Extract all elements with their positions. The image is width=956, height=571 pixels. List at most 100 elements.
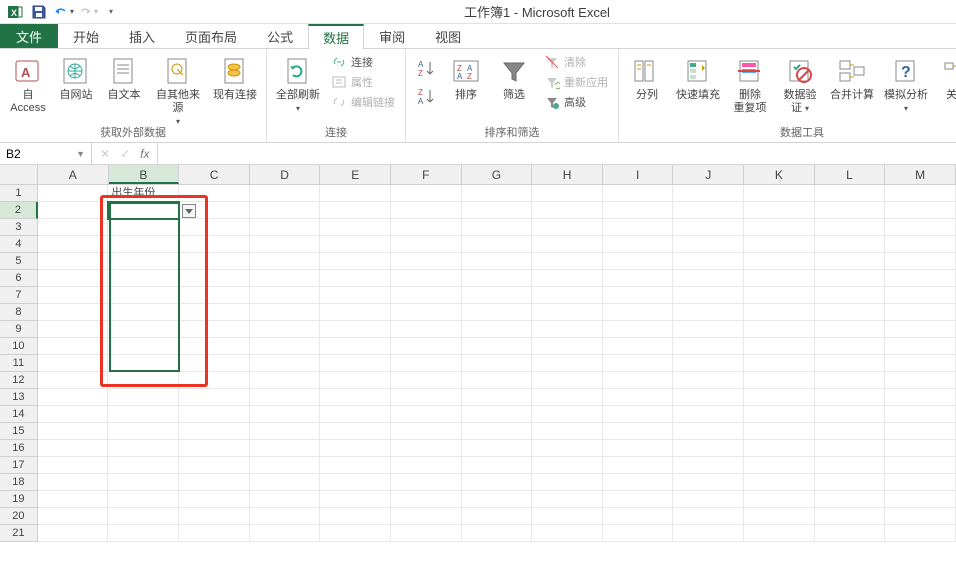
- cell[interactable]: [250, 389, 321, 406]
- cell[interactable]: [815, 185, 886, 202]
- cell[interactable]: [38, 202, 109, 219]
- cell[interactable]: [532, 423, 603, 440]
- cell[interactable]: [320, 287, 391, 304]
- cell[interactable]: [38, 406, 109, 423]
- cell[interactable]: [815, 355, 886, 372]
- cell[interactable]: [885, 491, 956, 508]
- cell[interactable]: [744, 474, 815, 491]
- cell[interactable]: [603, 219, 674, 236]
- row-header[interactable]: 7: [0, 287, 38, 304]
- data-validation-dropdown[interactable]: [182, 204, 196, 218]
- cell[interactable]: [108, 202, 179, 219]
- cell[interactable]: [603, 423, 674, 440]
- cell[interactable]: [462, 491, 533, 508]
- remove-duplicates-button[interactable]: 删除 重复项: [729, 53, 771, 115]
- cell[interactable]: [815, 474, 886, 491]
- cell[interactable]: [885, 355, 956, 372]
- cell[interactable]: [673, 474, 744, 491]
- row-header[interactable]: 8: [0, 304, 38, 321]
- cell[interactable]: [815, 389, 886, 406]
- cell[interactable]: [108, 491, 179, 508]
- cell[interactable]: [603, 440, 674, 457]
- sort-asc-button[interactable]: AZ: [414, 57, 438, 79]
- cell[interactable]: [38, 321, 109, 338]
- cell[interactable]: [391, 304, 462, 321]
- column-header[interactable]: B: [109, 165, 180, 184]
- cell[interactable]: [38, 491, 109, 508]
- cell[interactable]: [250, 304, 321, 321]
- column-header[interactable]: J: [673, 165, 744, 184]
- cell[interactable]: [744, 321, 815, 338]
- what-if-button[interactable]: ? 模拟分析▾: [883, 53, 929, 115]
- sort-desc-button[interactable]: ZA: [414, 85, 438, 107]
- cell[interactable]: [673, 338, 744, 355]
- cell[interactable]: [108, 304, 179, 321]
- cell[interactable]: [673, 508, 744, 525]
- cell[interactable]: [250, 287, 321, 304]
- cell[interactable]: [462, 423, 533, 440]
- cell[interactable]: [108, 440, 179, 457]
- cell[interactable]: [179, 491, 250, 508]
- cell[interactable]: [391, 457, 462, 474]
- cell[interactable]: [108, 423, 179, 440]
- cell[interactable]: [815, 372, 886, 389]
- cell[interactable]: [38, 525, 109, 542]
- cell[interactable]: [462, 304, 533, 321]
- cell[interactable]: [532, 389, 603, 406]
- row-header[interactable]: 15: [0, 423, 38, 440]
- cell[interactable]: [391, 287, 462, 304]
- column-header[interactable]: G: [462, 165, 533, 184]
- cell[interactable]: [885, 321, 956, 338]
- cell[interactable]: [603, 508, 674, 525]
- cell[interactable]: [815, 270, 886, 287]
- cell[interactable]: [462, 355, 533, 372]
- cell[interactable]: [603, 355, 674, 372]
- column-header[interactable]: I: [603, 165, 674, 184]
- cell[interactable]: [744, 338, 815, 355]
- cell[interactable]: [885, 185, 956, 202]
- cell[interactable]: [179, 372, 250, 389]
- cell[interactable]: [815, 491, 886, 508]
- enter-icon[interactable]: ✓: [120, 147, 130, 161]
- cell[interactable]: [179, 423, 250, 440]
- cell[interactable]: [744, 219, 815, 236]
- cell[interactable]: [603, 372, 674, 389]
- cell[interactable]: [179, 508, 250, 525]
- cell[interactable]: [815, 321, 886, 338]
- tab-data[interactable]: 数据: [308, 24, 364, 49]
- cell[interactable]: [179, 304, 250, 321]
- column-header[interactable]: L: [815, 165, 886, 184]
- cell[interactable]: [532, 338, 603, 355]
- cell[interactable]: [179, 253, 250, 270]
- cell[interactable]: [673, 287, 744, 304]
- cell[interactable]: [391, 372, 462, 389]
- cell[interactable]: [885, 440, 956, 457]
- name-box-dropdown-icon[interactable]: ▼: [76, 149, 85, 159]
- cell[interactable]: [673, 270, 744, 287]
- cell[interactable]: [603, 321, 674, 338]
- save-icon[interactable]: [28, 2, 50, 22]
- cell[interactable]: [38, 338, 109, 355]
- spreadsheet-grid[interactable]: ABCDEFGHIJKLM 1出生年份234567891011121314151…: [0, 165, 956, 571]
- cell[interactable]: [815, 287, 886, 304]
- cell[interactable]: [673, 304, 744, 321]
- cell[interactable]: [462, 389, 533, 406]
- cell[interactable]: [462, 202, 533, 219]
- cell[interactable]: [885, 236, 956, 253]
- cell[interactable]: [603, 525, 674, 542]
- cell[interactable]: [108, 219, 179, 236]
- cell[interactable]: [885, 270, 956, 287]
- cell[interactable]: [603, 304, 674, 321]
- tab-view[interactable]: 视图: [420, 24, 476, 48]
- cell[interactable]: [462, 525, 533, 542]
- cell[interactable]: [179, 236, 250, 253]
- cell[interactable]: [744, 287, 815, 304]
- tab-insert[interactable]: 插入: [114, 24, 170, 48]
- cell[interactable]: [108, 338, 179, 355]
- cell[interactable]: [462, 406, 533, 423]
- row-header[interactable]: 1: [0, 185, 38, 202]
- cell[interactable]: [391, 525, 462, 542]
- cell[interactable]: [885, 372, 956, 389]
- cell[interactable]: [673, 253, 744, 270]
- cell[interactable]: [815, 423, 886, 440]
